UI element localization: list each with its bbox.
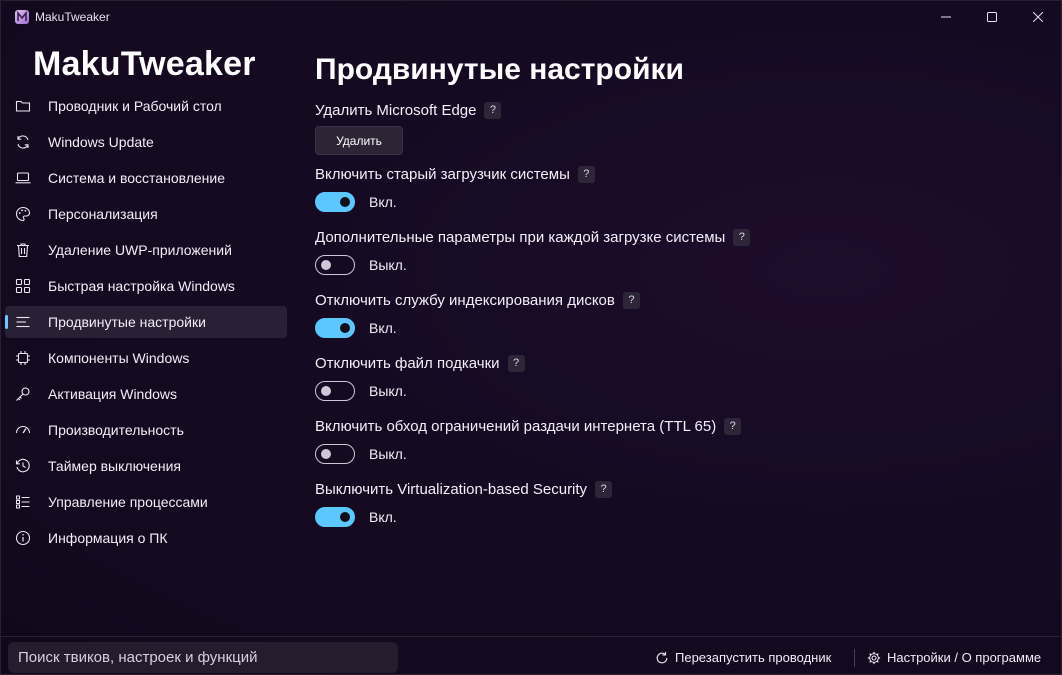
help-button[interactable]: ?	[622, 292, 640, 310]
help-button[interactable]: ?	[484, 102, 502, 120]
sidebar-item-performance[interactable]: Производительность	[5, 414, 287, 446]
sidebar-item-process-management[interactable]: Управление процессами	[5, 486, 287, 518]
page-title: Продвинутые настройки	[315, 53, 684, 86]
setting-label: Включить обход ограничений раздачи интер…	[315, 418, 717, 436]
toggle-state-text: Вкл.	[369, 194, 397, 210]
settings-about-label: Настройки / О программе	[887, 650, 1042, 665]
help-button[interactable]: ?	[577, 166, 595, 184]
title-bar[interactable]: MakuTweaker	[1, 1, 1061, 33]
ttl-bypass-toggle[interactable]	[315, 444, 355, 464]
toggle-state-text: Вкл.	[369, 509, 397, 525]
disable-vbs-toggle[interactable]	[315, 507, 355, 527]
help-button[interactable]: ?	[507, 355, 525, 373]
toggle-knob	[321, 386, 331, 396]
setting-label: Дополнительные параметры при каждой загр…	[315, 229, 726, 247]
gauge-icon	[15, 425, 31, 434]
sidebar-item-pc-info[interactable]: Информация о ПК	[5, 522, 287, 554]
setting-label: Отключить файл подкачки	[315, 355, 500, 373]
maximize-button[interactable]	[969, 1, 1015, 33]
sidebar-item-uwp-removal[interactable]: Удаление UWP-приложений	[5, 234, 287, 266]
sidebar-item-personalization[interactable]: Персонализация	[5, 198, 287, 230]
app-logo-icon	[15, 10, 29, 24]
toggle-knob	[321, 260, 331, 270]
disable-pagefile-toggle[interactable]	[315, 381, 355, 401]
checklist-icon	[16, 495, 30, 509]
bottom-bar: Перезапустить проводник Настройки / О пр…	[1, 636, 1061, 675]
sidebar-item-windows-activation[interactable]: Активация Windows	[5, 378, 287, 410]
toggle-state-text: Вкл.	[369, 320, 397, 336]
key-icon	[16, 387, 30, 401]
bottom-divider	[854, 649, 855, 667]
sync-icon	[17, 135, 29, 149]
palette-icon	[15, 206, 31, 222]
laptop-icon	[15, 172, 31, 184]
toggle-knob	[340, 323, 350, 333]
toggle-knob	[340, 197, 350, 207]
setting-label: Включить старый загрузчик системы	[315, 166, 570, 184]
settings-about-button[interactable]: Настройки / О программе	[867, 650, 1041, 665]
grid-icon	[15, 278, 31, 294]
maximize-icon	[987, 12, 997, 22]
toggle-state-text: Выкл.	[369, 257, 407, 273]
sidebar-nav: Проводник и Рабочий стол Windows Update …	[5, 90, 287, 558]
setting-disable-vbs: Выключить Virtualization-based Security?…	[315, 481, 613, 527]
search-input[interactable]	[8, 642, 398, 673]
app-brand-title: MakuTweaker	[33, 45, 256, 83]
setting-label: Выключить Virtualization-based Security	[315, 481, 588, 499]
help-button[interactable]: ?	[733, 229, 751, 247]
remove-edge-button[interactable]: Удалить	[315, 126, 403, 155]
history-icon	[15, 458, 30, 473]
gear-icon	[867, 651, 881, 664]
sidebar-item-windows-update[interactable]: Windows Update	[5, 126, 287, 158]
setting-remove-edge: Удалить Microsoft Edge? Удалить	[315, 102, 502, 155]
minimize-button[interactable]	[923, 1, 969, 33]
info-icon	[15, 530, 31, 546]
help-button[interactable]: ?	[724, 418, 742, 436]
setting-disable-pagefile: Отключить файл подкачки? Выкл.	[315, 355, 525, 401]
chip-icon	[16, 351, 30, 365]
close-icon	[1033, 12, 1043, 22]
setting-label: Отключить службу индексирования дисков	[315, 292, 615, 310]
app-window: MakuTweaker MakuTweaker Проводник и Рабо…	[0, 0, 1062, 675]
legacy-bootloader-toggle[interactable]	[315, 192, 355, 212]
help-button[interactable]: ?	[595, 481, 613, 499]
boot-options-toggle[interactable]	[315, 255, 355, 275]
restart-explorer-button[interactable]: Перезапустить проводник	[655, 650, 831, 665]
setting-legacy-bootloader: Включить старый загрузчик системы? Вкл.	[315, 166, 595, 212]
refresh-icon	[656, 651, 668, 663]
sidebar-item-windows-components[interactable]: Компоненты Windows	[5, 342, 287, 374]
disable-indexing-toggle[interactable]	[315, 318, 355, 338]
setting-ttl-bypass: Включить обход ограничений раздачи интер…	[315, 418, 742, 464]
sidebar-item-advanced-settings[interactable]: Продвинутые настройки	[5, 306, 287, 338]
setting-boot-options: Дополнительные параметры при каждой загр…	[315, 229, 751, 275]
setting-disable-indexing: Отключить службу индексирования дисков? …	[315, 292, 640, 338]
close-button[interactable]	[1015, 1, 1061, 33]
sidebar-item-quick-setup[interactable]: Быстрая настройка Windows	[5, 270, 287, 302]
toggle-state-text: Выкл.	[369, 383, 407, 399]
folder-icon	[15, 100, 31, 112]
sidebar-item-system-restore[interactable]: Система и восстановление	[5, 162, 287, 194]
window-title: MakuTweaker	[35, 10, 110, 24]
trash-icon	[17, 243, 29, 258]
toggle-state-text: Выкл.	[369, 446, 407, 462]
toggle-knob	[340, 512, 350, 522]
minimize-icon	[941, 16, 951, 18]
restart-explorer-label: Перезапустить проводник	[675, 650, 832, 665]
sidebar-item-explorer[interactable]: Проводник и Рабочий стол	[5, 90, 287, 122]
toggle-knob	[321, 449, 331, 459]
menu-lines-icon	[16, 316, 30, 328]
sidebar-item-shutdown-timer[interactable]: Таймер выключения	[5, 450, 287, 482]
setting-label: Удалить Microsoft Edge	[315, 102, 477, 120]
